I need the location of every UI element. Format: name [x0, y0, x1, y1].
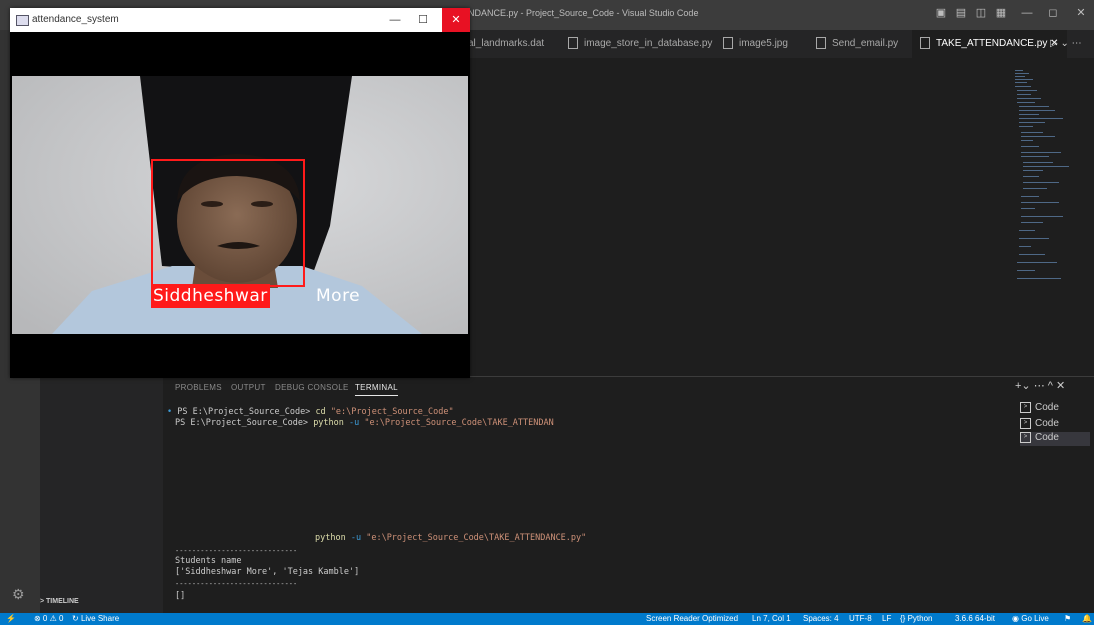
minimap[interactable]	[1015, 70, 1085, 285]
eol[interactable]: LF	[882, 614, 891, 623]
braces-icon: {}	[900, 614, 906, 623]
bottom-panel: PROBLEMS OUTPUT DEBUG CONSOLE TERMINAL +…	[163, 376, 1094, 615]
new-terminal-icon[interactable]: +⌄ ⋯ ^ ✕	[1015, 379, 1065, 392]
file-icon	[568, 37, 578, 50]
close-icon[interactable]: ✕	[442, 8, 470, 32]
minimize-icon[interactable]: —	[1020, 6, 1034, 20]
terminal-icon: >	[1020, 418, 1031, 429]
terminal-cursor[interactable]: []	[175, 591, 185, 601]
app-icon	[16, 15, 29, 26]
recognized-surname-label: More	[316, 286, 361, 306]
cursor-position[interactable]: Ln 7, Col 1	[752, 614, 791, 623]
file-icon	[920, 37, 930, 50]
screen-reader-status[interactable]: Screen Reader Optimized	[646, 614, 738, 623]
file-icon	[816, 37, 826, 50]
tab-take-attendance[interactable]: TAKE_ATTENDANCE.py ✕	[912, 30, 1067, 58]
live-share-button[interactable]: ↻ Live Share	[72, 614, 119, 623]
live-share-icon: ↻	[72, 614, 79, 623]
window-title: NDANCE.py - Project_Source_Code - Visual…	[468, 8, 699, 18]
customize-layout-icon[interactable]: ▦	[994, 6, 1008, 20]
maximize-icon[interactable]: ☐	[410, 11, 436, 29]
settings-gear-icon[interactable]: ⚙	[12, 586, 25, 603]
tab-debug-console[interactable]: DEBUG CONSOLE	[275, 383, 349, 392]
recognized-name-label: Siddheshwar	[151, 284, 270, 308]
terminal-icon: >	[1020, 402, 1031, 413]
terminal-instance-3[interactable]: > Code	[1020, 432, 1090, 446]
tab-terminal[interactable]: TERMINAL	[355, 383, 398, 396]
terminal-icon: >	[1020, 432, 1031, 443]
remote-icon[interactable]: ⚡	[6, 614, 16, 623]
notifications-icon[interactable]: 🔔	[1082, 614, 1092, 623]
sidebar-toggle-icon[interactable]: ◫	[974, 6, 988, 20]
terminal-separator: -----------------------------	[175, 547, 298, 555]
file-icon	[723, 37, 733, 50]
language-mode[interactable]: {} Python	[900, 614, 932, 623]
minimize-icon[interactable]: —	[382, 11, 408, 29]
terminal-line-3: python -u "e:\Project_Source_Code\TAKE_A…	[315, 533, 587, 543]
go-live-button[interactable]: ◉ Go Live	[1012, 614, 1049, 623]
terminal-separator: -----------------------------	[175, 580, 298, 588]
terminal-line-1: • PS E:\Project_Source_Code> cd "e:\Proj…	[167, 407, 454, 417]
terminal-instance-2[interactable]: > Code	[1020, 418, 1090, 432]
tab-al-landmarks[interactable]: al_landmarks.dat	[460, 30, 552, 58]
tab-image5[interactable]: image5.jpg	[715, 30, 796, 58]
terminal-students-list: ['Siddheshwar More', 'Tejas Kamble']	[175, 567, 360, 577]
timeline-section[interactable]: > TIMELINE	[40, 598, 79, 605]
encoding[interactable]: UTF-8	[849, 614, 872, 623]
broadcast-icon: ◉	[1012, 614, 1019, 623]
terminal-instance-1[interactable]: > Code	[1020, 402, 1090, 416]
python-interpreter[interactable]: 3.6.6 64-bit	[955, 614, 995, 623]
terminal-students-label: Students name	[175, 556, 242, 566]
problems-count[interactable]: ⊗ 0 ⚠ 0	[34, 614, 63, 623]
camera-window-title: attendance_system	[32, 14, 119, 25]
face-detection-box	[151, 159, 305, 287]
tab-image-store[interactable]: image_store_in_database.py	[560, 30, 720, 58]
layout-toggle-icon[interactable]: ▣	[934, 6, 948, 20]
feedback-icon[interactable]: ⚑	[1064, 614, 1071, 623]
terminal-line-2: PS E:\Project_Source_Code> python -u "e:…	[175, 418, 554, 428]
indentation[interactable]: Spaces: 4	[803, 614, 839, 623]
run-icon[interactable]: ▷ ⌄ ⋯	[1050, 38, 1082, 49]
tab-send-email[interactable]: Send_email.py	[808, 30, 906, 58]
tab-output[interactable]: OUTPUT	[231, 383, 266, 392]
attendance-camera-window: attendance_system — ☐ ✕ Siddheshwar More	[10, 8, 470, 378]
status-bar: ⚡ ⊗ 0 ⚠ 0 ↻ Live Share Screen Reader Opt…	[0, 613, 1094, 625]
tab-problems[interactable]: PROBLEMS	[175, 383, 222, 392]
restore-icon[interactable]: ◻	[1046, 6, 1060, 20]
panel-toggle-icon[interactable]: ▤	[954, 6, 968, 20]
camera-window-titlebar[interactable]: attendance_system — ☐ ✕	[10, 8, 470, 32]
close-icon[interactable]: ✕	[1074, 6, 1088, 20]
